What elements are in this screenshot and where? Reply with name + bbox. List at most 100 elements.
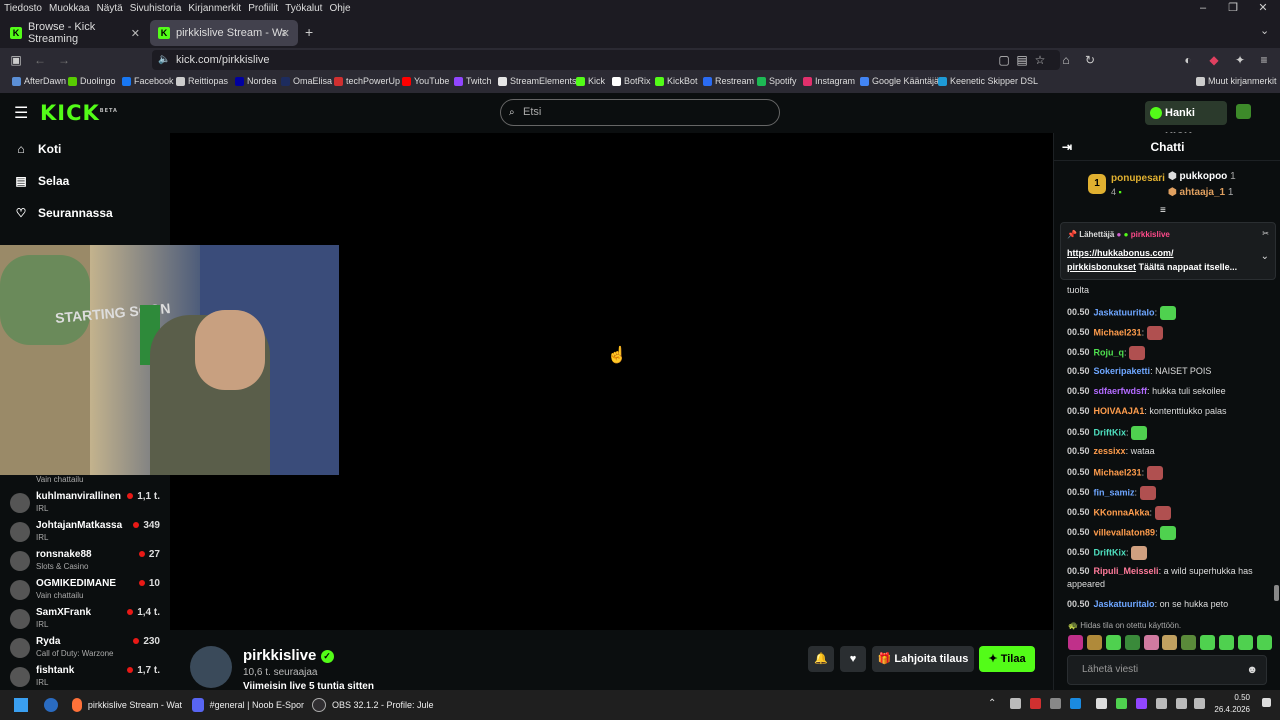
emote-icon[interactable] — [1200, 635, 1216, 650]
filter-icon[interactable]: ≡ — [1160, 205, 1166, 216]
bookmark-google-translate[interactable]: Google Kääntäjä — [860, 76, 939, 86]
user-avatar[interactable] — [1236, 104, 1251, 119]
menu-file[interactable]: Tiedosto — [4, 3, 42, 14]
tray-app-icon[interactable] — [1136, 698, 1147, 709]
minimize-icon[interactable]: – — [1186, 0, 1220, 16]
tray-app-icon[interactable] — [1116, 698, 1127, 709]
steam-icon[interactable] — [1070, 698, 1081, 709]
sidebar-item-home[interactable]: ⌂ Koti — [14, 142, 61, 156]
bookmark-kick[interactable]: Kick — [576, 76, 605, 86]
edge-icon[interactable] — [44, 698, 58, 712]
bookmark-twitch[interactable]: Twitch — [454, 76, 492, 86]
chat-scrollbar[interactable] — [1274, 585, 1279, 601]
followed-channel[interactable]: fishtank IRL 1,7 t. — [10, 665, 160, 693]
notification-bell-button[interactable]: 🔔 — [808, 646, 834, 672]
bookmark-keenetic[interactable]: Keenetic Skipper DSL — [938, 76, 1038, 86]
back-icon[interactable]: ← — [32, 52, 48, 68]
followed-channel[interactable]: Ryda Call of Duty: Warzone 230 — [10, 636, 160, 664]
sidebar-toggle-icon[interactable]: ▣ — [8, 52, 24, 68]
chevron-down-icon[interactable]: ⌄ — [1260, 24, 1269, 37]
account-icon[interactable]: ◐ — [1180, 52, 1196, 68]
menu-help[interactable]: Ohje — [329, 3, 350, 14]
tray-app-icon[interactable] — [1096, 698, 1107, 709]
bookmark-kickbot[interactable]: KickBot — [655, 76, 698, 86]
tab-browse-kick[interactable]: K Browse - Kick Streaming ✕ — [2, 20, 148, 46]
extensions-icon[interactable]: ✦ — [1232, 52, 1248, 68]
pinned-message[interactable]: 📌 Lähettäjä ● ● pirkkislive ✂ https://hu… — [1060, 222, 1276, 280]
reload-icon[interactable]: ↻ — [1082, 52, 1098, 68]
emote-icon[interactable] — [1105, 635, 1121, 650]
emote-icon[interactable] — [1256, 635, 1272, 650]
bookmark-reittiopas[interactable]: Reittiopas — [176, 76, 228, 86]
streamer-name[interactable]: pirkkislive ✓ — [243, 647, 334, 664]
bookmark-techpowerup[interactable]: techPowerUp — [334, 76, 400, 86]
windows-start-icon[interactable] — [14, 698, 28, 712]
ethernet-icon[interactable] — [1176, 698, 1187, 709]
pinned-link[interactable]: https://hukkabonus.com/ — [1067, 248, 1174, 258]
emoji-picker-icon[interactable]: ☻ — [1246, 656, 1258, 684]
bookmark-duolingo[interactable]: Duolingo — [68, 76, 116, 86]
emote-icon[interactable] — [1181, 635, 1197, 650]
streamer-avatar[interactable] — [190, 646, 232, 688]
emote-icon[interactable] — [1068, 635, 1083, 650]
kick-logo[interactable]: KICKBETA — [40, 101, 118, 125]
collapse-chat-icon[interactable]: ⇥ — [1062, 133, 1072, 161]
gifter-name[interactable]: ⬢ ahtaaja_1 1 — [1168, 187, 1233, 198]
menu-profiles[interactable]: Profiilit — [248, 3, 278, 14]
menu-edit[interactable]: Muokkaa — [49, 3, 90, 14]
sidebar-item-following[interactable]: ♡ Seurannassa — [14, 206, 113, 220]
bookmark-omaelisa[interactable]: OmaElisa — [281, 76, 332, 86]
star-icon[interactable]: ☆ — [1032, 52, 1048, 68]
bookmark-instagram[interactable]: Instagram — [803, 76, 855, 86]
emote-icon[interactable] — [1086, 635, 1102, 650]
emote-icon[interactable] — [1124, 635, 1140, 650]
bookmark-streamelements[interactable]: StreamElements — [498, 76, 577, 86]
menu-icon[interactable]: ≡ — [1256, 52, 1272, 68]
bookmark-spotify[interactable]: Spotify — [757, 76, 797, 86]
home-icon[interactable]: ⌂ — [1058, 52, 1074, 68]
menu-view[interactable]: Näytä — [97, 3, 123, 14]
gift-subscription-button[interactable]: 🎁 Lahjoita tilaus — [872, 646, 974, 672]
menu-tools[interactable]: Työkalut — [285, 3, 322, 14]
followed-channel[interactable]: JohtajanMatkassa IRL 349 — [10, 520, 160, 548]
menu-bookmarks[interactable]: Kirjanmerkit — [188, 3, 241, 14]
followed-channel[interactable]: ronsnake88 Slots & Casino 27 — [10, 549, 160, 577]
new-tab-icon[interactable]: + — [305, 24, 313, 40]
bookmark-other[interactable]: Muut kirjanmerkit — [1196, 76, 1277, 86]
gifter-name[interactable]: ponupesari — [1111, 173, 1165, 184]
followed-channel[interactable]: OGMIKEDIMANE Vain chattailu 10 — [10, 578, 160, 606]
taskbar-firefox[interactable]: pirkkislive Stream - Wat — [72, 695, 182, 715]
volume-icon[interactable] — [1194, 698, 1205, 709]
taskbar-obs[interactable]: OBS 32.1.2 - Profile: Jule — [312, 695, 442, 715]
speaker-icon[interactable]: 🔈 — [158, 50, 170, 70]
expand-chevron-icon[interactable]: ⌄ — [1261, 251, 1269, 262]
url-bar[interactable]: 🔈 kick.com/pirkkislive — [152, 50, 1060, 70]
hamburger-menu-icon[interactable]: ☰ — [14, 103, 28, 123]
reader-icon[interactable]: ▤ — [1014, 52, 1030, 68]
subscribe-button[interactable]: ✦ Tilaa — [979, 646, 1035, 672]
tray-chevron-up-icon[interactable]: ⌃ — [988, 698, 996, 709]
close-tab-icon[interactable]: ✕ — [281, 27, 290, 40]
bookmark-afterdawn[interactable]: AfterDawn — [12, 76, 66, 86]
close-window-icon[interactable]: ✕ — [1246, 0, 1280, 16]
webcam-popout[interactable]: STARTING SOON — [0, 245, 339, 475]
menu-history[interactable]: Sivuhistoria — [130, 3, 182, 14]
emote-icon[interactable] — [1219, 635, 1235, 650]
screenshot-icon[interactable]: ▢ — [996, 52, 1012, 68]
sidebar-item-browse[interactable]: ▤ Selaa — [14, 174, 69, 188]
search-input[interactable]: ⌕ Etsi — [500, 99, 780, 126]
clock-date[interactable]: 26.4.2026 — [1210, 705, 1250, 714]
emote-icon[interactable] — [1238, 635, 1254, 650]
bookmark-restream[interactable]: Restream — [703, 76, 754, 86]
bookmark-botrix[interactable]: BotRix — [612, 76, 651, 86]
tab-pirkkislive[interactable]: K pirkkislive Stream - Watch l ✕ — [150, 20, 298, 46]
followed-channel[interactable]: SamXFrank IRL 1,4 t. — [10, 607, 160, 635]
restore-icon[interactable]: ❐ — [1216, 0, 1250, 16]
taskbar-discord[interactable]: #general | Noob E-Spor — [192, 695, 304, 715]
gifter-name[interactable]: ⬢ pukkopoo 1 — [1168, 171, 1236, 182]
tray-app-icon[interactable] — [1050, 698, 1061, 709]
emote-icon[interactable] — [1143, 635, 1159, 650]
close-tab-icon[interactable]: ✕ — [131, 27, 140, 40]
followed-channel[interactable]: kuhlmanvirallinen IRL 1,1 t. — [10, 491, 160, 519]
notification-bell-icon[interactable] — [1262, 698, 1271, 707]
